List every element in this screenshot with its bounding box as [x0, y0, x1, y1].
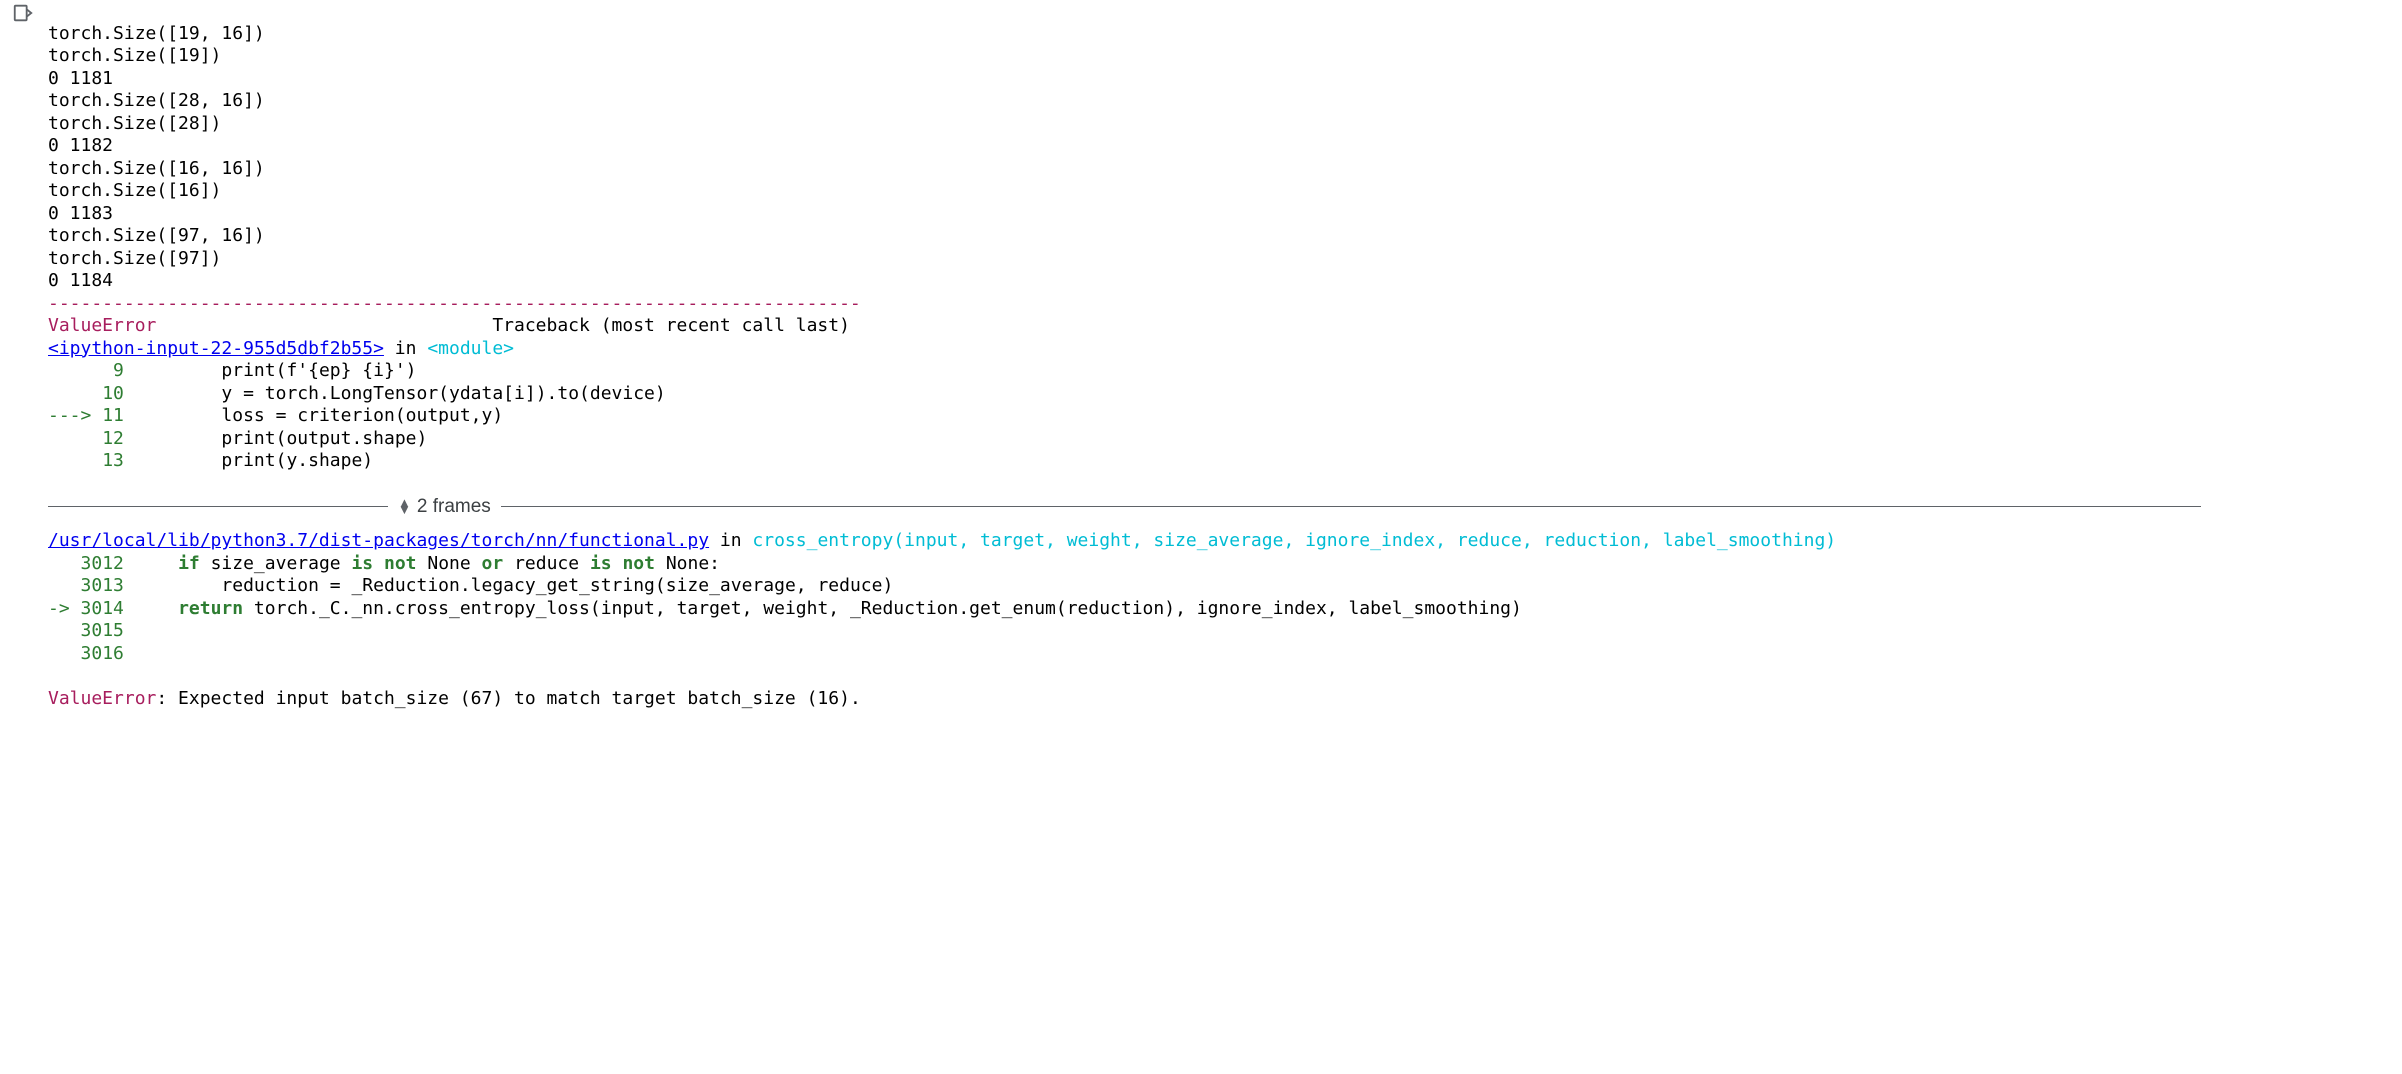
traceback-arrow [48, 383, 102, 404]
traceback-arrow: ---> [48, 405, 102, 426]
frames-rule-right [501, 506, 2201, 507]
stdout-line: torch.Size([97]) [48, 248, 221, 269]
traceback-keyword: return [178, 598, 243, 619]
stdout-block: torch.Size([19, 16]) torch.Size([19]) 0 … [48, 23, 2394, 293]
traceback-arrow [48, 450, 102, 471]
stdout-line: torch.Size([97, 16]) [48, 225, 265, 246]
traceback-recent-call: Traceback (most recent call last) [156, 315, 850, 336]
traceback-error-name: ValueError [48, 315, 156, 336]
output-cell: torch.Size([19, 16]) torch.Size([19]) 0 … [0, 0, 2402, 775]
traceback-arrow [48, 575, 81, 596]
stdout-line: 0 1182 [48, 135, 113, 156]
stdout-line: torch.Size([28]) [48, 113, 221, 134]
frames-toggle-label: 2 frames [417, 495, 491, 519]
stdout-line: torch.Size([16]) [48, 180, 221, 201]
frames-toggle-button[interactable]: ▲▼ 2 frames [388, 495, 501, 519]
traceback-code: print(f'{ep} {i}') [221, 360, 416, 381]
stdout-line: torch.Size([28, 16]) [48, 90, 265, 111]
traceback-final-error-name: ValueError [48, 688, 156, 709]
traceback-func: cross_entropy [752, 530, 893, 551]
traceback-block: ----------------------------------------… [48, 293, 2394, 711]
traceback-code: print(y.shape) [221, 450, 373, 471]
frames-rule-left [48, 506, 388, 507]
traceback-final-message: : Expected input batch_size (67) to matc… [156, 688, 860, 709]
traceback-arrow: -> [48, 598, 81, 619]
frames-toggle-row: ▲▼ 2 frames [48, 495, 2394, 519]
traceback-code: reduction = _Reduction.legacy_get_string… [221, 575, 893, 596]
traceback-arrow [48, 428, 102, 449]
traceback-module: <module> [427, 338, 514, 359]
traceback-source-link[interactable]: <ipython-input-22-955d5dbf2b55> [48, 338, 384, 359]
traceback-lineno: 3013 [81, 575, 124, 596]
stdout-line: 0 1184 [48, 270, 113, 291]
traceback-lineno: 11 [102, 405, 124, 426]
output-indicator-icon[interactable] [12, 2, 48, 24]
traceback-in-word: in [384, 338, 427, 359]
traceback-code: loss = criterion(output,y) [221, 405, 503, 426]
traceback-separator: ----------------------------------------… [48, 293, 861, 314]
traceback-arrow [48, 643, 81, 664]
traceback-lineno: 3015 [81, 620, 124, 641]
stdout-line: 0 1181 [48, 68, 113, 89]
traceback-code: y = torch.LongTensor(ydata[i]).to(device… [221, 383, 665, 404]
traceback-lineno: 9 [113, 360, 124, 381]
expand-collapse-icon: ▲▼ [398, 499, 411, 515]
traceback-lineno: 10 [102, 383, 124, 404]
traceback-in-word: in [709, 530, 752, 551]
traceback-source-link[interactable]: /usr/local/lib/python3.7/dist-packages/t… [48, 530, 709, 551]
cell-output: torch.Size([19, 16]) torch.Size([19]) 0 … [48, 0, 2402, 755]
stdout-line: torch.Size([19]) [48, 45, 221, 66]
stdout-line: torch.Size([19, 16]) [48, 23, 265, 44]
traceback-lineno: 3014 [81, 598, 124, 619]
traceback-lineno: 12 [102, 428, 124, 449]
traceback-arrow [48, 360, 113, 381]
output-gutter [0, 0, 48, 755]
traceback-lineno: 3012 [81, 553, 124, 574]
stdout-line: 0 1183 [48, 203, 113, 224]
traceback-signature: (input, target, weight, size_average, ig… [893, 530, 1836, 551]
traceback-arrow [48, 553, 81, 574]
traceback-lineno: 3016 [81, 643, 124, 664]
traceback-code: torch._C._nn.cross_entropy_loss(input, t… [243, 598, 1522, 619]
traceback-code: print(output.shape) [221, 428, 427, 449]
traceback-arrow [48, 620, 81, 641]
traceback-lineno: 13 [102, 450, 124, 471]
stdout-line: torch.Size([16, 16]) [48, 158, 265, 179]
